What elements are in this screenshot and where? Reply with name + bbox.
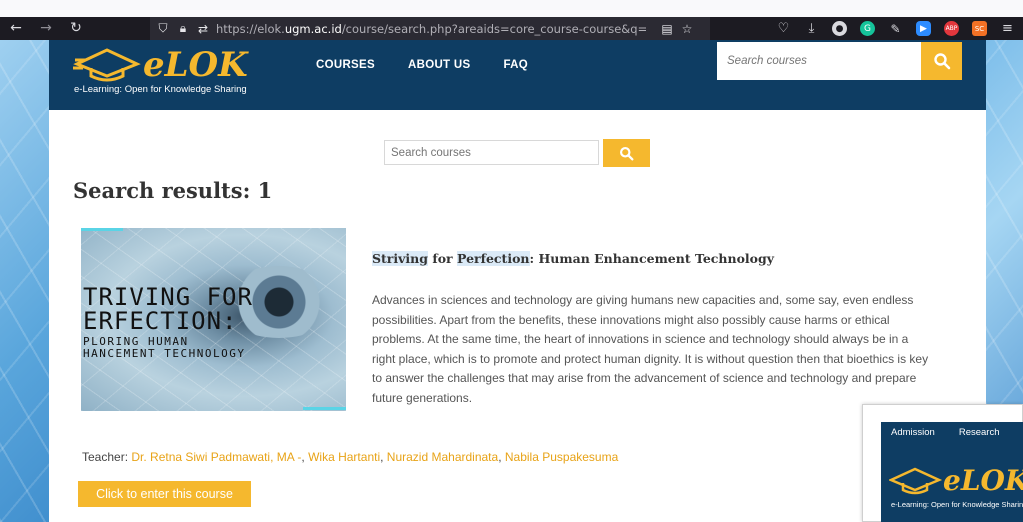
nav-about-us[interactable]: ABOUT US [408, 59, 470, 71]
preview-nav-admission: Admission [891, 427, 935, 438]
lock-icon[interactable]: 🔒︎ [176, 21, 190, 36]
preview-content: Admission Research eLOK e-Learning: Open… [881, 422, 1023, 522]
header-search [717, 42, 962, 80]
elok-logo[interactable]: eLOK [73, 42, 263, 84]
logo-text: eLOK [143, 45, 249, 84]
title-part: : Human Enhancement Technology [529, 251, 775, 266]
teacher-link[interactable]: Dr. Retna Siwi Padmawati, MA - [131, 450, 301, 464]
forward-icon[interactable]: → [36, 18, 56, 38]
course-description: Advances in sciences and technology are … [372, 293, 929, 405]
menu-icon[interactable]: ≡ [1000, 21, 1015, 36]
reader-view-icon[interactable]: ▤ [660, 22, 674, 36]
shield-icon[interactable]: ⛉ [156, 21, 170, 36]
preview-nav: Admission Research [891, 427, 1000, 438]
back-icon[interactable]: ← [6, 18, 26, 38]
url-text[interactable]: https://elok.ugm.ac.id/course/search.php… [216, 22, 646, 36]
screen: ← → ↻ ⛉ 🔒︎ ⇄ https://elok.ugm.ac.id/cour… [0, 0, 1023, 522]
reload-icon[interactable]: ↻ [66, 18, 86, 38]
sc-icon[interactable]: SC [972, 21, 987, 36]
url-bar[interactable]: ⛉ 🔒︎ ⇄ https://elok.ugm.ac.id/course/sea… [150, 17, 710, 40]
course-search-input[interactable] [384, 140, 599, 165]
teacher-label: Teacher: [82, 450, 132, 464]
abp-icon[interactable]: ABP [944, 21, 959, 36]
pen-icon[interactable]: ✎ [888, 21, 903, 36]
zoom-icon[interactable]: ▶ [916, 21, 931, 36]
url-host: ugm.ac.id [284, 21, 342, 36]
pocket-icon[interactable]: ♡ [776, 21, 791, 36]
title-part: for [427, 251, 457, 266]
preview-tagline: e-Learning: Open for Knowledge Sharing [891, 500, 1023, 509]
browser-navbar: ← → ↻ ⛉ 🔒︎ ⇄ https://elok.ugm.ac.id/cour… [0, 17, 1023, 40]
image-accent-bar [303, 407, 346, 410]
teacher-link[interactable]: Wika Hartanti [308, 450, 380, 464]
bookmark-star-icon[interactable]: ☆ [680, 22, 694, 36]
url-path: /course/search.php?areaids=core_course-c… [341, 21, 646, 36]
search-icon [933, 53, 950, 70]
title-highlight: Perfection [457, 251, 530, 266]
site-header: eLOK e-Learning: Open for Knowledge Shar… [49, 40, 986, 110]
teacher-list: Teacher: Dr. Retna Siwi Padmawati, MA -,… [82, 450, 619, 464]
nav-courses[interactable]: COURSES [316, 59, 375, 71]
nav-faq[interactable]: FAQ [503, 59, 528, 71]
course-title[interactable]: Striving for Perfection: Human Enhanceme… [372, 251, 774, 266]
enter-course-button[interactable]: Click to enter this course [78, 481, 251, 507]
preview-logo: eLOK [889, 464, 1023, 497]
url-prefix: https://elok. [216, 21, 285, 36]
course-image[interactable]: TRIVING FOR ERFECTION: PLORING HUMAN HAN… [81, 228, 346, 411]
account-icon[interactable]: ● [832, 21, 847, 36]
preview-nav-research: Research [958, 427, 1000, 438]
title-highlight: Striving [372, 251, 428, 266]
teacher-link[interactable]: Nurazid Mahardinata [387, 450, 498, 464]
header-search-input[interactable] [717, 42, 921, 80]
site-tagline: e-Learning: Open for Knowledge Sharing [74, 84, 247, 95]
download-icon[interactable]: ⤓ [804, 21, 819, 36]
preview-window[interactable]: Admission Research eLOK e-Learning: Open… [862, 404, 1023, 522]
grammarly-icon[interactable]: G [860, 21, 875, 36]
header-search-button[interactable] [921, 42, 962, 80]
image-text-line: ERFECTION: [83, 307, 238, 335]
teacher-link[interactable]: Nabila Puspakesuma [505, 450, 618, 464]
course-search [384, 139, 650, 167]
extensions-bar: ♡ ⤓ ● G ✎ ▶ ABP SC ≡ [776, 17, 1023, 40]
results-heading: Search results: 1 [73, 178, 273, 203]
image-accent-bar [81, 228, 123, 231]
permissions-icon[interactable]: ⇄ [196, 22, 210, 36]
course-search-button[interactable] [603, 139, 650, 167]
main-nav: COURSES ABOUT US FAQ [316, 59, 528, 71]
image-text-line: HANCEMENT TECHNOLOGY [83, 347, 246, 360]
preview-logo-text: eLOK [943, 464, 1023, 497]
content-panel: Search results: 1 TRIVING FOR ERFECTION:… [49, 110, 986, 522]
search-icon [620, 146, 634, 160]
